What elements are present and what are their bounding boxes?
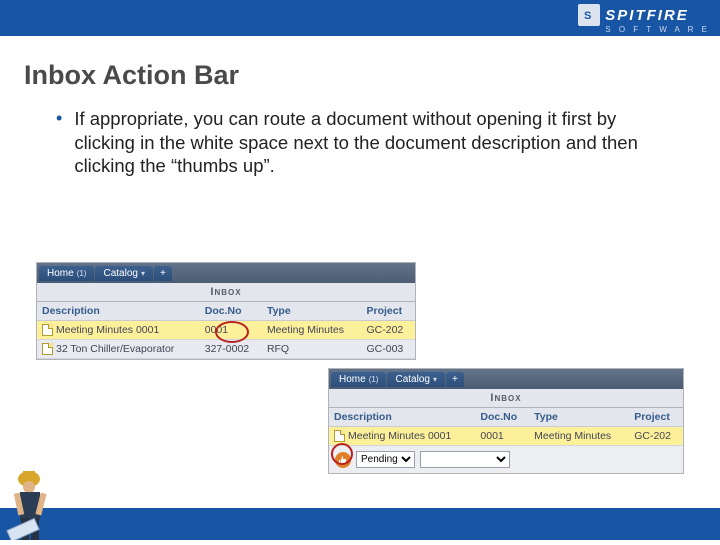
- chevron-down-icon: ▾: [433, 375, 437, 384]
- svg-text:S: S: [584, 10, 591, 22]
- tab-home[interactable]: Home (1): [39, 266, 94, 281]
- secondary-select[interactable]: [420, 451, 510, 468]
- cell-desc: Meeting Minutes 0001: [56, 324, 159, 336]
- document-icon: [42, 324, 53, 336]
- thumbs-up-icon[interactable]: [335, 452, 351, 468]
- tab-add[interactable]: +: [446, 372, 464, 387]
- tab-strip: Home (1) Catalog ▾ +: [37, 263, 415, 283]
- status-select[interactable]: Pending: [356, 451, 415, 468]
- brand-name: SPITFIRE: [605, 8, 689, 23]
- cell-type: Meeting Minutes: [529, 427, 629, 446]
- brand-block: S SPITFIRE S O F T W A R E: [578, 4, 710, 34]
- cell-docno: 327-0002: [200, 340, 262, 359]
- slide-title: Inbox Action Bar: [24, 60, 720, 91]
- cell-docno: 0001: [200, 321, 262, 340]
- cell-project: GC-202: [629, 427, 683, 446]
- worker-illustration-icon: [6, 462, 62, 540]
- plus-icon: +: [452, 374, 458, 385]
- table-row[interactable]: Meeting Minutes 0001 0001 Meeting Minute…: [329, 427, 683, 446]
- tab-home[interactable]: Home (1): [331, 372, 386, 387]
- tab-home-label: Home: [339, 374, 366, 385]
- cell-type: Meeting Minutes: [262, 321, 362, 340]
- document-icon: [334, 430, 345, 442]
- cell-project: GC-003: [361, 340, 415, 359]
- col-docno: Doc.No: [200, 302, 262, 321]
- inbox-table: Description Doc.No Type Project Meeting …: [37, 302, 415, 359]
- action-bar: Pending: [329, 446, 683, 473]
- table-row[interactable]: 32 Ton Chiller/Evaporator 327-0002 RFQ G…: [37, 340, 415, 359]
- table-header-row: Description Doc.No Type Project: [37, 302, 415, 321]
- tab-catalog-label: Catalog: [103, 268, 137, 279]
- cell-type: RFQ: [262, 340, 362, 359]
- table-header-row: Description Doc.No Type Project: [329, 408, 683, 427]
- col-type: Type: [529, 408, 629, 427]
- header-bar: S SPITFIRE S O F T W A R E: [0, 0, 720, 36]
- cell-desc: Meeting Minutes 0001: [348, 430, 451, 442]
- tab-catalog-label: Catalog: [395, 374, 429, 385]
- tab-strip: Home (1) Catalog ▾ +: [329, 369, 683, 389]
- bullet-icon: •: [56, 107, 62, 178]
- document-icon: [42, 343, 53, 355]
- panel-heading: Inbox: [329, 389, 683, 408]
- tab-home-label: Home: [47, 268, 74, 279]
- footer-bar: [0, 508, 720, 540]
- tab-home-count: (1): [369, 375, 379, 384]
- col-docno: Doc.No: [475, 408, 529, 427]
- tab-home-count: (1): [77, 269, 87, 278]
- plus-icon: +: [160, 268, 166, 279]
- inbox-panel-2: Home (1) Catalog ▾ + Inbox Description D…: [328, 368, 684, 474]
- col-project: Project: [361, 302, 415, 321]
- inbox-panel-1: Home (1) Catalog ▾ + Inbox Description D…: [36, 262, 416, 360]
- panel-heading: Inbox: [37, 283, 415, 302]
- tab-add[interactable]: +: [154, 266, 172, 281]
- tab-catalog[interactable]: Catalog ▾: [95, 266, 152, 281]
- bullet-text: If appropriate, you can route a document…: [74, 107, 680, 178]
- table-row[interactable]: Meeting Minutes 0001 0001 Meeting Minute…: [37, 321, 415, 340]
- tab-catalog[interactable]: Catalog ▾: [387, 372, 444, 387]
- col-type: Type: [262, 302, 362, 321]
- cell-project: GC-202: [361, 321, 415, 340]
- col-description: Description: [329, 408, 475, 427]
- inbox-table: Description Doc.No Type Project Meeting …: [329, 408, 683, 446]
- brand-badge-icon: S: [578, 4, 600, 26]
- col-description: Description: [37, 302, 200, 321]
- chevron-down-icon: ▾: [141, 269, 145, 278]
- cell-desc: 32 Ton Chiller/Evaporator: [56, 343, 174, 355]
- col-project: Project: [629, 408, 683, 427]
- cell-docno: 0001: [475, 427, 529, 446]
- bullet-item: • If appropriate, you can route a docume…: [56, 107, 680, 178]
- brand-subtitle: S O F T W A R E: [605, 26, 710, 34]
